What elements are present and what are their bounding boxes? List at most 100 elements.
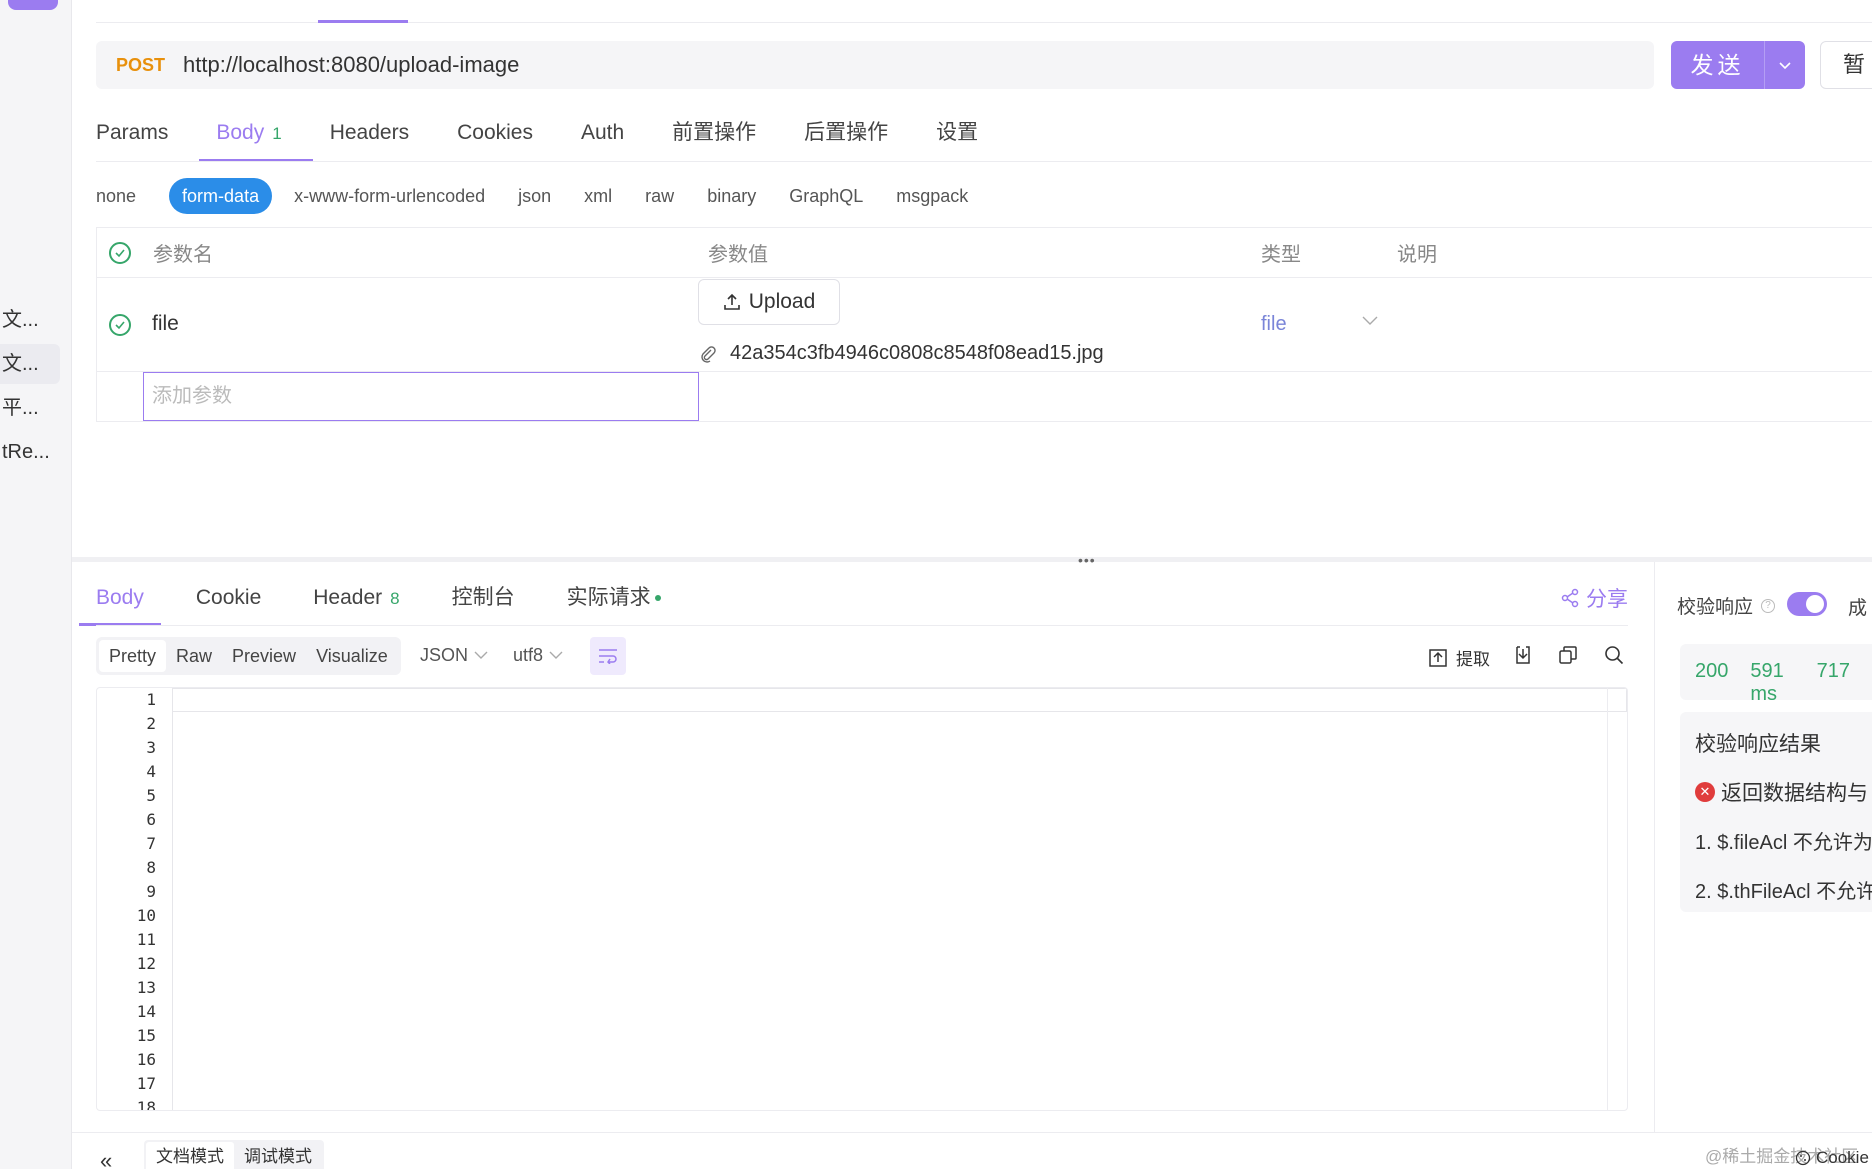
line-number: 16 xyxy=(136,1050,156,1069)
tab-label: Params xyxy=(96,121,169,144)
sidebar-item-3[interactable]: 平... xyxy=(0,388,60,428)
check-all-icon[interactable] xyxy=(109,242,131,264)
line-number: 9 xyxy=(146,882,156,901)
body-type-urlencoded[interactable]: x-www-form-urlencoded xyxy=(294,178,485,214)
tab-pre-script[interactable]: 前置操作 xyxy=(672,112,756,162)
line-number: 6 xyxy=(146,810,156,829)
view-pretty[interactable]: Pretty xyxy=(99,640,167,672)
tab-response-body[interactable]: Body xyxy=(79,580,161,626)
response-size: 717 xyxy=(1816,660,1850,682)
chevron-down-icon xyxy=(1779,62,1791,70)
body-type-json[interactable]: json xyxy=(518,178,551,214)
cookie-manager-button[interactable]: Cookie xyxy=(1795,1148,1869,1168)
mode-switch: 文档模式 调试模式 xyxy=(144,1140,324,1169)
url-input[interactable]: http://localhost:8080/upload-image xyxy=(183,52,519,78)
share-icon xyxy=(1561,588,1579,608)
url-bar[interactable]: POST http://localhost:8080/upload-image xyxy=(96,41,1654,89)
table-left-border xyxy=(96,227,97,422)
sidebar-item-2[interactable]: 文... xyxy=(0,344,60,384)
extract-button[interactable]: 提取 xyxy=(1428,645,1490,670)
tab-response-header[interactable]: Header 8 xyxy=(313,580,399,626)
tab-label: Cookie xyxy=(195,586,262,609)
body-type-binary[interactable]: binary xyxy=(707,178,756,214)
share-label: 分享 xyxy=(1586,588,1628,611)
help-icon[interactable]: ? xyxy=(1761,598,1776,613)
body-type-graphql[interactable]: GraphQL xyxy=(789,178,863,214)
status-code: 200 xyxy=(1695,660,1729,682)
chevron-down-icon[interactable] xyxy=(1362,316,1378,326)
search-icon[interactable] xyxy=(1604,645,1624,665)
encoding-value: utf8 xyxy=(513,645,544,665)
word-wrap-button[interactable] xyxy=(590,637,626,675)
upload-button[interactable]: Upload xyxy=(698,279,840,325)
download-icon[interactable] xyxy=(1513,645,1533,665)
collapse-icon[interactable]: « xyxy=(100,1148,112,1169)
sidebar-item-1[interactable]: 文... xyxy=(0,300,60,340)
header-param-value: 参数值 xyxy=(708,244,768,266)
send-button[interactable]: 发送 xyxy=(1671,41,1805,89)
tab-console[interactable]: 控制台 xyxy=(452,580,515,626)
encoding-select[interactable]: utf8 xyxy=(513,645,563,666)
format-select[interactable]: JSON xyxy=(420,645,488,666)
body-type-form-data[interactable]: form-data xyxy=(169,178,273,214)
view-raw[interactable]: Raw xyxy=(166,640,222,672)
tab-body[interactable]: Body 1 xyxy=(199,112,314,162)
file-name-text: 42a354c3fb4946c0808c8548f08ead15.jpg xyxy=(730,342,1104,364)
code-content[interactable] xyxy=(172,688,1627,1110)
share-button[interactable]: 分享 xyxy=(1560,583,1628,613)
panel-resizer[interactable] xyxy=(72,557,1872,562)
row-check-icon[interactable] xyxy=(109,314,131,336)
extract-label: 提取 xyxy=(1456,650,1490,669)
sidebar-item-4[interactable]: tRe... xyxy=(0,432,60,472)
tab-label: Headers xyxy=(329,121,410,144)
copy-icon[interactable] xyxy=(1558,645,1578,665)
verify-result-title: 校验响应结果 xyxy=(1695,733,1821,756)
tab-params[interactable]: Params xyxy=(96,112,168,162)
add-param-input[interactable]: 添加参数 xyxy=(143,372,699,421)
response-body-editor[interactable]: 1 2 3 4 5 6 7 8 9 10 11 12 13 14 15 16 1… xyxy=(96,687,1628,1111)
line-number: 13 xyxy=(136,978,156,997)
view-preview[interactable]: Preview xyxy=(222,640,306,672)
param-type-select[interactable]: file xyxy=(1261,313,1287,336)
body-type-none[interactable]: none xyxy=(96,178,136,214)
send-label[interactable]: 发送 xyxy=(1671,41,1764,89)
tab-label: 前置操作 xyxy=(672,121,757,144)
verify-response-label: 校验响应 ? xyxy=(1677,592,1776,619)
line-number: 5 xyxy=(146,786,156,805)
view-visualize[interactable]: Visualize xyxy=(306,640,398,672)
tab-badge: 8 xyxy=(390,589,400,608)
line-number: 1 xyxy=(146,690,156,709)
verify-toggle[interactable] xyxy=(1787,592,1827,616)
body-type-msgpack[interactable]: msgpack xyxy=(896,178,968,214)
tab-settings[interactable]: 设置 xyxy=(936,112,978,162)
tab-actual-request[interactable]: 实际请求 xyxy=(567,580,661,626)
upload-label: Upload xyxy=(748,290,816,313)
line-number: 17 xyxy=(136,1074,156,1093)
debug-mode-button[interactable]: 调试模式 xyxy=(234,1142,322,1169)
doc-mode-button[interactable]: 文档模式 xyxy=(146,1142,234,1169)
tab-cookies[interactable]: Cookies xyxy=(457,112,533,162)
bottom-divider xyxy=(72,1132,1872,1133)
verify-label-text: 校验响应 xyxy=(1677,597,1754,618)
http-method[interactable]: POST xyxy=(116,55,165,76)
tab-label: 设置 xyxy=(936,121,979,144)
resize-handle-icon[interactable]: ••• xyxy=(1078,552,1096,568)
body-type-raw[interactable]: raw xyxy=(645,178,674,214)
body-type-xml[interactable]: xml xyxy=(584,178,612,214)
line-number: 10 xyxy=(136,906,156,925)
param-name-cell[interactable]: file xyxy=(152,312,179,336)
save-button[interactable]: 暂 xyxy=(1820,41,1872,89)
send-dropdown[interactable] xyxy=(1765,41,1805,89)
tab-auth[interactable]: Auth xyxy=(581,112,624,162)
tab-response-cookie[interactable]: Cookie xyxy=(196,580,261,626)
tab-label: Cookies xyxy=(457,121,533,144)
tab-post-script[interactable]: 后置操作 xyxy=(804,112,888,162)
tab-headers[interactable]: Headers xyxy=(330,112,409,162)
tab-label: 实际请求 xyxy=(566,586,651,609)
upload-icon xyxy=(723,293,740,310)
table-top-border xyxy=(96,227,1872,228)
sidebar-accent[interactable] xyxy=(8,0,58,10)
vertical-scrollbar[interactable] xyxy=(1607,688,1627,1110)
